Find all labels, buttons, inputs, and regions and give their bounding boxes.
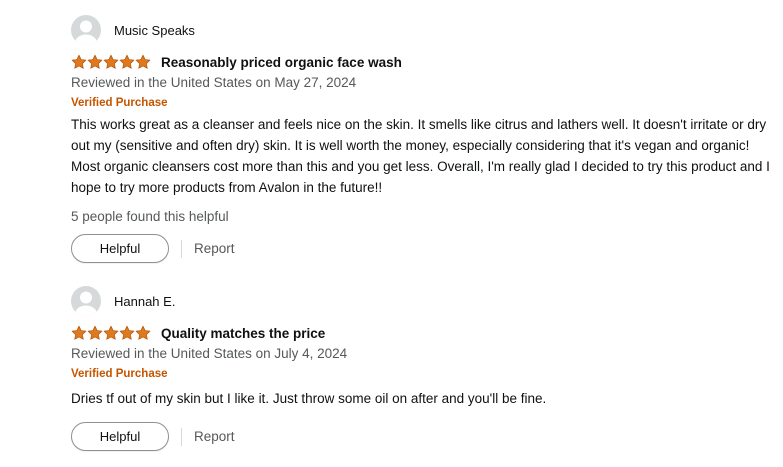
star-icon [135,54,151,69]
reviewer-name[interactable]: Music Speaks [114,23,195,38]
star-icon [119,325,135,340]
star-icon [135,325,151,340]
divider [181,427,182,446]
divider [181,239,182,258]
avatar [71,286,101,316]
avatar [71,15,101,45]
report-link[interactable]: Report [194,241,235,256]
review-card: Hannah E. Quality matches the price Revi… [71,286,771,451]
star-icon [87,325,103,340]
helpful-button[interactable]: Helpful [71,422,169,451]
helpful-button[interactable]: Helpful [71,234,169,263]
star-icon [71,325,87,340]
review-date: Reviewed in the United States on July 4,… [71,346,348,361]
reviewer-profile[interactable]: Hannah E. [71,286,771,316]
review-body: This works great as a cleanser and feels… [71,117,770,195]
review-date: Reviewed in the United States on May 27,… [71,75,357,90]
star-icon [103,54,119,69]
user-silhouette-icon [75,20,97,45]
review-title[interactable]: Quality matches the price [161,326,325,341]
helpful-count: 5 people found this helpful [71,209,229,224]
star-rating[interactable] [71,325,151,341]
verified-purchase-badge[interactable]: Verified Purchase [71,367,771,382]
user-silhouette-icon [75,291,97,316]
report-link[interactable]: Report [194,429,235,444]
review-card: Music Speaks Reasonably priced organic f… [71,15,771,263]
review-title[interactable]: Reasonably priced organic face wash [161,55,402,70]
verified-purchase-badge[interactable]: Verified Purchase [71,96,771,111]
reviewer-name[interactable]: Hannah E. [114,294,175,309]
review-body: Dries tf out of my skin but I like it. J… [71,391,547,406]
star-icon [103,325,119,340]
star-icon [87,54,103,69]
star-icon [71,54,87,69]
star-rating[interactable] [71,54,151,70]
star-icon [119,54,135,69]
reviewer-profile[interactable]: Music Speaks [71,15,771,45]
